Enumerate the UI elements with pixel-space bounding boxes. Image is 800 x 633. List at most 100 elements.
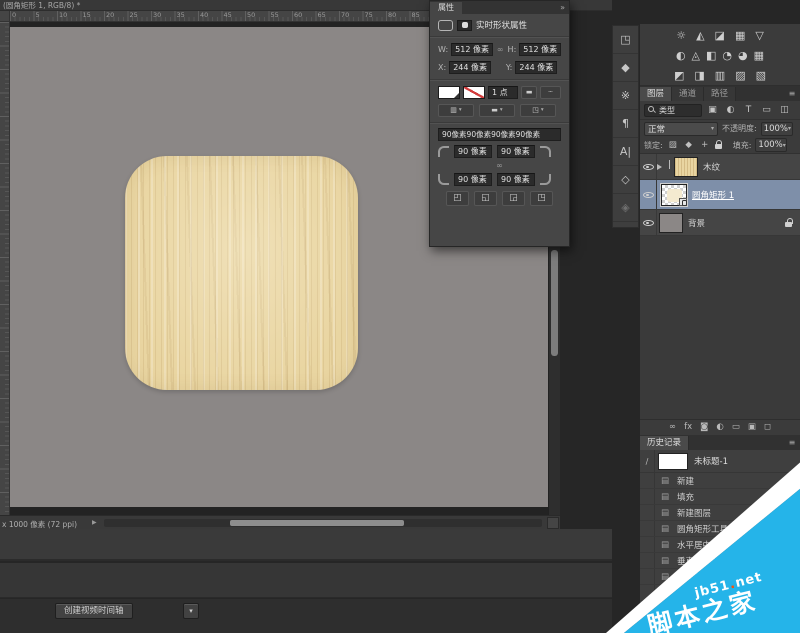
history-snapshot-row[interactable]: ∕ 未标题-1: [640, 450, 800, 473]
paragraph-panel-icon[interactable]: ¶: [613, 110, 638, 138]
add-layer-mask-icon[interactable]: ◙: [700, 423, 708, 432]
channel-mixer-icon[interactable]: ◕: [738, 49, 748, 62]
history-item[interactable]: ▤ 水平居中对齐: [640, 537, 800, 553]
clone-source-panel-icon[interactable]: ◳: [613, 26, 638, 54]
vertical-scrollbar-thumb[interactable]: [551, 250, 558, 356]
history-item-current[interactable]: ▤: [640, 617, 800, 633]
horizontal-scrollbar[interactable]: [104, 519, 542, 527]
history-item[interactable]: ▤ 填充: [640, 489, 800, 505]
visibility-toggle[interactable]: [640, 210, 657, 235]
pathfinder-op-2-button[interactable]: ◱: [474, 191, 497, 206]
history-item[interactable]: ▤ 新建: [640, 473, 800, 489]
fill-field[interactable]: 100% ▾: [755, 138, 787, 152]
corner-radius-summary-field[interactable]: 90像素90像素90像素90像素: [438, 128, 561, 141]
brightness-contrast-icon[interactable]: ☼: [676, 29, 686, 42]
info-panel-icon[interactable]: ◈: [613, 194, 638, 222]
radius-top-left-field[interactable]: 90 像素: [454, 145, 492, 158]
history-item[interactable]: ▤ 圆角矩形工具: [640, 521, 800, 537]
vertical-ruler[interactable]: [0, 22, 10, 515]
tab-channels[interactable]: 通道: [672, 87, 704, 101]
layer-thumbnail[interactable]: [661, 184, 687, 206]
layer-name[interactable]: 木纹: [703, 161, 720, 173]
opacity-field[interactable]: 100% ▾: [761, 122, 793, 136]
stroke-corners-dropdown[interactable]: ◳ ▾: [520, 104, 556, 117]
brush-panel-icon[interactable]: ◆: [613, 54, 638, 82]
new-adjustment-layer-icon[interactable]: ◐: [716, 423, 723, 432]
stroke-color-swatch[interactable]: [463, 86, 485, 99]
blend-mode-select[interactable]: 正常 ▾: [644, 122, 718, 136]
layer-row-wood[interactable]: 木纹: [640, 154, 800, 180]
link-radius-icon[interactable]: ∞: [495, 161, 504, 170]
lock-all-icon[interactable]: [715, 140, 723, 150]
stroke-width-field[interactable]: 1 点: [488, 86, 518, 99]
hue-saturation-icon[interactable]: ◐: [676, 49, 686, 62]
history-brush-source-icon[interactable]: ∕: [640, 450, 655, 472]
filter-pixel-layers-icon[interactable]: ▣: [705, 105, 720, 115]
layer-thumbnail[interactable]: [659, 213, 683, 233]
black-white-icon[interactable]: ◧: [706, 49, 716, 62]
radius-bottom-left-field[interactable]: 90 像素: [454, 173, 492, 186]
selective-color-icon[interactable]: ▧: [756, 69, 766, 82]
lock-image-pixels-icon[interactable]: ◆: [683, 140, 695, 150]
filter-adjustment-layers-icon[interactable]: ◐: [723, 105, 738, 115]
levels-icon[interactable]: ◭: [696, 29, 704, 42]
filter-smart-objects-icon[interactable]: ◫: [777, 105, 792, 115]
invert-icon[interactable]: ◩: [674, 69, 684, 82]
filter-shape-layers-icon[interactable]: ▭: [759, 105, 774, 115]
status-menu-arrow-icon[interactable]: ▶: [92, 519, 97, 526]
history-item[interactable]: ▤ 填充图层: [640, 569, 800, 585]
history-item[interactable]: ▤: [640, 585, 800, 601]
radius-top-right-field[interactable]: 90 像素: [497, 145, 535, 158]
lock-position-icon[interactable]: +: [699, 140, 711, 150]
width-field[interactable]: 512 像素: [451, 43, 493, 56]
stroke-type-dropdown[interactable]: ▬: [521, 86, 537, 99]
layer-thumbnail[interactable]: [674, 157, 698, 177]
posterize-icon[interactable]: ◨: [694, 69, 704, 82]
layer-style-icon[interactable]: fx: [684, 423, 692, 432]
x-field[interactable]: 244 像素: [449, 61, 491, 74]
horizontal-scrollbar-thumb[interactable]: [230, 520, 404, 526]
window-resize-grip[interactable]: [547, 517, 559, 529]
wood-rounded-rectangle-shape[interactable]: [125, 156, 358, 390]
tab-paths[interactable]: 路径: [704, 87, 736, 101]
layer-filter-type-select[interactable]: 类型: [644, 104, 702, 117]
history-item[interactable]: ▤: [640, 601, 800, 617]
pathfinder-op-3-button[interactable]: ◲: [502, 191, 525, 206]
gradient-map-icon[interactable]: ▨: [735, 69, 745, 82]
timeline-mode-dropdown[interactable]: ▾: [183, 603, 199, 619]
color-balance-icon[interactable]: ◬: [692, 49, 700, 62]
visibility-toggle[interactable]: [640, 154, 657, 179]
tool-presets-panel-icon[interactable]: ※: [613, 82, 638, 110]
layer-name[interactable]: 圆角矩形 1: [692, 189, 734, 201]
collapse-panel-icon[interactable]: »: [556, 2, 569, 14]
tab-layers[interactable]: 图层: [640, 87, 672, 101]
layer-name[interactable]: 背景: [688, 217, 705, 229]
fill-color-swatch[interactable]: [438, 86, 460, 99]
radius-bottom-right-field[interactable]: 90 像素: [497, 173, 535, 186]
stroke-dashes-button[interactable]: ┄: [540, 86, 561, 99]
stroke-caps-dropdown[interactable]: ▬ ▾: [479, 104, 515, 117]
link-layers-icon[interactable]: ∞: [669, 423, 676, 432]
character-styles-panel-icon[interactable]: A|: [613, 138, 638, 166]
photo-filter-icon[interactable]: ◔: [722, 49, 732, 62]
layer-row-background[interactable]: 背景: [640, 210, 800, 236]
tab-properties[interactable]: 属性: [430, 2, 462, 14]
height-field[interactable]: 512 像素: [519, 43, 561, 56]
pathfinder-op-4-button[interactable]: ◳: [530, 191, 553, 206]
lock-transparent-pixels-icon[interactable]: ▨: [667, 140, 679, 150]
snapshot-name[interactable]: 未标题-1: [694, 455, 728, 467]
tab-history[interactable]: 历史记录: [640, 436, 689, 450]
layers-panel-menu-icon[interactable]: ≡: [784, 87, 800, 101]
filter-type-layers-icon[interactable]: T: [741, 105, 756, 115]
threshold-icon[interactable]: ▥: [715, 69, 725, 82]
layer-row-rounded-rectangle[interactable]: 圆角矩形 1: [640, 180, 800, 210]
y-field[interactable]: 244 像素: [515, 61, 557, 74]
history-item[interactable]: ▤ 新建图层: [640, 505, 800, 521]
stroke-align-dropdown[interactable]: ▥ ▾: [438, 104, 474, 117]
new-group-icon[interactable]: ▭: [732, 423, 740, 432]
color-lookup-icon[interactable]: ▦: [754, 49, 764, 62]
create-video-timeline-button[interactable]: 创建视频时间轴: [55, 603, 133, 619]
pathfinder-op-1-button[interactable]: ◰: [446, 191, 469, 206]
link-dimensions-icon[interactable]: ∞: [496, 45, 505, 54]
new-layer-icon[interactable]: ▣: [748, 423, 756, 432]
